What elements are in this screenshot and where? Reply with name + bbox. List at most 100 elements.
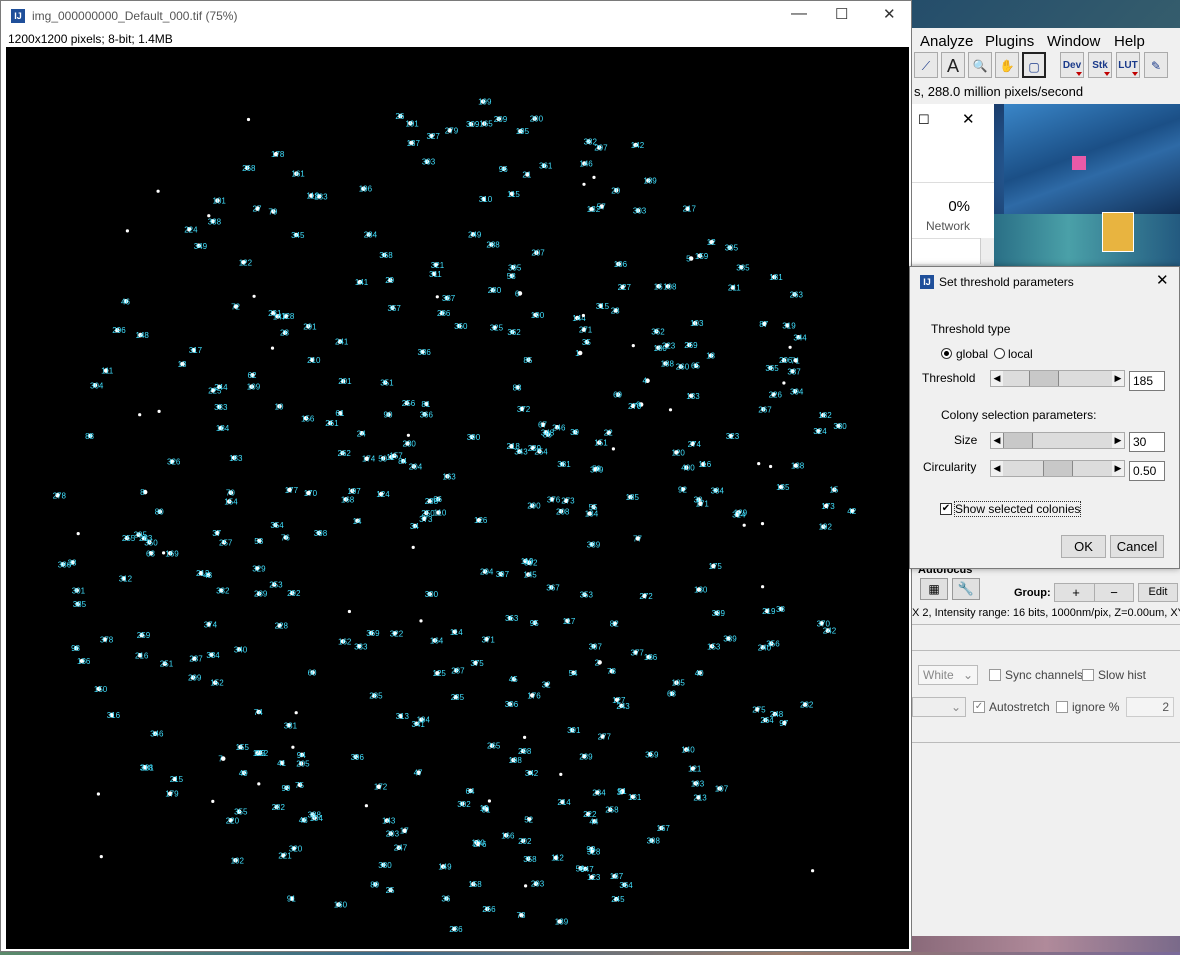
slider-left-arrow-icon[interactable]: ◀ xyxy=(991,371,1003,386)
colony-label: 35 xyxy=(582,338,591,347)
menu-analyze[interactable]: Analyze xyxy=(920,33,973,50)
cancel-button[interactable]: Cancel xyxy=(1110,535,1164,558)
audio-file-icon[interactable] xyxy=(1102,212,1134,252)
ignore-percent-field[interactable]: 2 xyxy=(1126,697,1174,717)
slider-right-arrow-icon[interactable]: ▶ xyxy=(1112,461,1124,476)
menu-help[interactable]: Help xyxy=(1114,33,1145,50)
maximize-button[interactable]: ☐ xyxy=(835,5,848,23)
colony-label: 182 xyxy=(818,411,832,420)
colony-label: 6 xyxy=(515,289,520,298)
colony-label: 355 xyxy=(234,808,248,817)
colony-label: 190 xyxy=(531,311,545,320)
menu-plugins[interactable]: Plugins xyxy=(985,33,1034,50)
colony-label: 195 xyxy=(516,127,530,136)
threshold-slider[interactable]: ◀ ▶ xyxy=(990,370,1125,387)
image-window-titlebar: IJ img_000000000_Default_000.tif (75%) —… xyxy=(1,1,911,31)
stray-particle xyxy=(411,545,415,549)
slider-thumb[interactable] xyxy=(1029,371,1060,386)
menu-window[interactable]: Window xyxy=(1047,33,1100,50)
circularity-slider[interactable]: ◀ ▶ xyxy=(990,460,1125,477)
colony-label: 356 xyxy=(766,640,780,649)
slow-hist-checkbox[interactable] xyxy=(1082,669,1094,681)
scale-select[interactable]: ⌄ xyxy=(912,697,966,717)
colony-label: 101 xyxy=(213,197,227,206)
colony-label: 174 xyxy=(362,455,376,464)
colony-label: 344 xyxy=(793,333,807,342)
slider-left-arrow-icon[interactable]: ◀ xyxy=(991,461,1003,476)
maximize-icon[interactable]: ☐ xyxy=(918,112,930,128)
stray-particle xyxy=(138,413,142,417)
magnifier-tool-icon[interactable]: 🔍 xyxy=(968,52,992,78)
colony-label: 346 xyxy=(150,730,164,739)
desktop-wallpaper-art xyxy=(994,104,1180,268)
colony-label: 2 xyxy=(595,658,600,667)
dialog-close-icon[interactable]: ✕ xyxy=(1156,271,1169,289)
size-slider[interactable]: ◀ ▶ xyxy=(990,432,1125,449)
lut-menu-tool[interactable]: LUT xyxy=(1116,52,1140,78)
colony-label: 202 xyxy=(518,837,532,846)
colony-label: 328 xyxy=(587,847,601,856)
colony-label: 98 xyxy=(71,644,80,653)
slider-thumb[interactable] xyxy=(1003,433,1033,448)
colony-label: 135 xyxy=(776,483,790,492)
threshold-field[interactable]: 185 xyxy=(1129,371,1165,391)
color-picker-tool-icon[interactable]: ▢ xyxy=(1022,52,1046,78)
colony-label: 5 xyxy=(686,255,691,264)
slider-left-arrow-icon[interactable]: ◀ xyxy=(991,433,1003,448)
color-select[interactable]: White ⌄ xyxy=(918,665,978,685)
show-colonies-checkbox[interactable]: ✔ xyxy=(940,503,952,515)
colony-label: 279 xyxy=(445,126,459,135)
slider-right-arrow-icon[interactable]: ▶ xyxy=(1112,433,1124,448)
colony-label: 162 xyxy=(338,637,352,646)
colony-label: 186 xyxy=(644,653,658,662)
slider-right-arrow-icon[interactable]: ▶ xyxy=(1112,371,1124,386)
colony-label: 159 xyxy=(695,252,709,261)
colony-label: 91 xyxy=(287,895,296,904)
colony-label: 343 xyxy=(514,448,528,457)
stray-particle xyxy=(582,182,586,186)
colony-label: 288 xyxy=(486,241,500,250)
colony-label: 276 xyxy=(473,840,487,849)
colony-label: 342 xyxy=(525,769,539,778)
colony-label: 260 xyxy=(676,363,690,372)
colony-label: 303 xyxy=(633,207,647,216)
colony-label: 265 xyxy=(487,742,501,751)
line-tool-icon[interactable]: ⟋ xyxy=(914,52,938,78)
radio-local[interactable] xyxy=(994,348,1005,359)
stk-menu-tool[interactable]: Stk xyxy=(1088,52,1112,78)
pencil-tool-icon[interactable]: ✎ xyxy=(1144,52,1168,78)
slow-hist-label: Slow hist xyxy=(1098,668,1147,682)
close-icon[interactable]: ✕ xyxy=(962,110,975,128)
wrench-icon[interactable]: 🔧 xyxy=(952,578,980,600)
dev-menu-tool[interactable]: Dev xyxy=(1060,52,1084,78)
dialog-title: Set threshold parameters xyxy=(939,275,1074,289)
colony-label: 234 xyxy=(592,789,606,798)
edit-group-button[interactable]: Edit xyxy=(1138,583,1178,602)
image-canvas[interactable]: 1 2 3 4 5 6 7 8 9 10 11 12 13 14 15 16 17 18 19 20 21 22 23 24 2… xyxy=(6,47,909,949)
close-button[interactable]: ✕ xyxy=(883,5,896,23)
remove-group-button[interactable]: − xyxy=(1094,583,1134,602)
show-colonies-label[interactable]: Show selected colonies xyxy=(953,501,1082,517)
slider-thumb[interactable] xyxy=(1042,461,1073,476)
ok-button[interactable]: OK xyxy=(1061,535,1106,558)
circularity-field[interactable]: 0.50 xyxy=(1129,461,1165,481)
colony-label: 123 xyxy=(587,873,601,882)
autostretch-checkbox[interactable]: ✓ xyxy=(973,701,985,713)
text-tool-icon[interactable]: A xyxy=(941,52,965,78)
ignore-percent-checkbox[interactable] xyxy=(1056,701,1068,713)
colony-label: 158 xyxy=(468,880,482,889)
stray-particle xyxy=(811,869,815,873)
radio-global[interactable] xyxy=(941,348,952,359)
colony-label: 81 xyxy=(421,400,430,409)
minimize-button[interactable]: — xyxy=(791,5,807,23)
hand-tool-icon[interactable]: ✋ xyxy=(995,52,1019,78)
colony-label: 293 xyxy=(531,880,545,889)
colony-label: 212 xyxy=(196,569,210,578)
size-field[interactable]: 30 xyxy=(1129,432,1165,452)
colony-label: 232 xyxy=(800,701,814,710)
add-group-button[interactable]: + xyxy=(1054,583,1098,602)
autofocus-settings-icon[interactable]: ▦ xyxy=(920,578,948,600)
colony-label: 387 xyxy=(442,294,456,303)
colony-label: 143 xyxy=(382,817,396,826)
sync-channels-checkbox[interactable] xyxy=(989,669,1001,681)
